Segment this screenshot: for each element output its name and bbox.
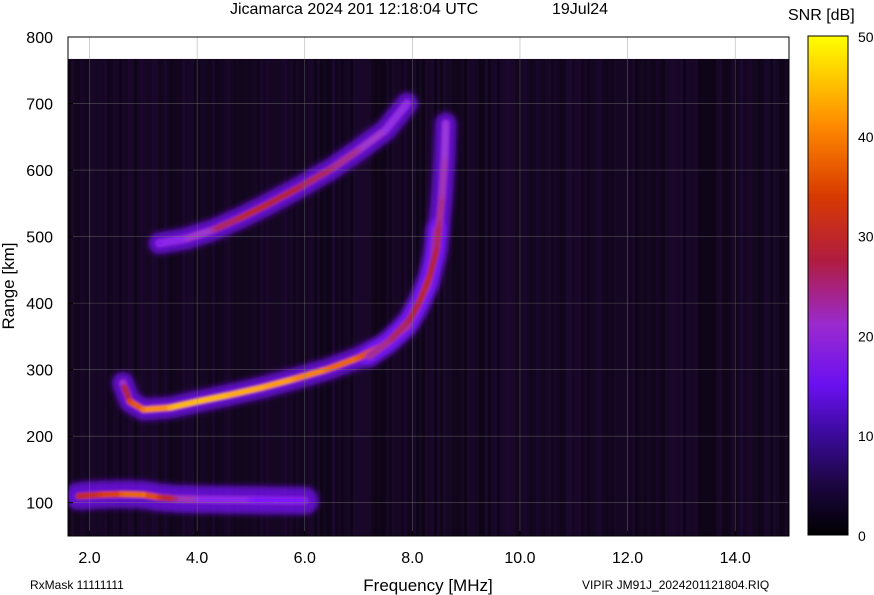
colorbar-ticks: 0 10 20 30 40 50: [858, 29, 874, 544]
colorbar: [807, 35, 849, 536]
trace-point-0-1: [97, 492, 103, 498]
trace-point-3-0: [156, 240, 162, 246]
y-tick-label-4: 500: [26, 230, 53, 247]
trace-segment-1-2: [140, 404, 174, 413]
colorbar-tick-label-5: 50: [858, 29, 874, 45]
trace-segment-0-2: [118, 491, 147, 498]
colorbar-tick-label-4: 40: [858, 129, 874, 145]
rx-mask-label: RxMask 11111111: [30, 578, 124, 592]
x-tick-label-0: 2.0: [78, 550, 100, 567]
trace-point-3-5: [296, 184, 302, 190]
trace-point-1-9: [356, 355, 362, 361]
y-tick-label-1: 200: [26, 429, 53, 446]
trace-point-2-9: [443, 120, 449, 126]
trace-point-2-8: [442, 154, 448, 160]
colorbar-tick-label-0: 0: [858, 528, 866, 544]
date-label: 19Jul24: [552, 1, 608, 18]
trace-point-3-3: [237, 215, 243, 221]
trace-point-0-0: [76, 493, 82, 499]
trace-segment-2-7: [438, 153, 448, 200]
trace-point-0-7: [248, 497, 254, 503]
colorbar-tick-label-1: 10: [858, 428, 874, 444]
trace-point-2-5: [434, 247, 440, 253]
y-axis-ticks: 100 200 300 400 500 600 700 800: [26, 30, 73, 513]
trace-point-3-4: [264, 202, 270, 208]
trace-point-0-5: [173, 496, 179, 502]
y-tick-label-7: 800: [26, 30, 53, 47]
trace-point-2-2: [407, 317, 413, 323]
ionogram-figure: Jicamarca 2024 201 12:18:04 UTC 19Jul24 …: [0, 1, 874, 595]
x-tick-label-3: 8.0: [401, 550, 423, 567]
trace-segment-0-5: [172, 495, 201, 503]
trace-point-3-7: [356, 147, 362, 153]
x-tick-label-2: 6.0: [294, 550, 316, 567]
colorbar-label: SNR [dB]: [788, 7, 855, 24]
trace-point-3-8: [382, 127, 388, 133]
trace-point-2-4: [427, 274, 433, 280]
trace-point-2-0: [366, 353, 372, 359]
x-axis-label: Frequency [MHz]: [363, 576, 492, 595]
trace-segment-2-6: [436, 193, 445, 227]
trace-point-0-4: [156, 494, 162, 500]
plot-area: [68, 37, 789, 536]
trace-point-1-5: [226, 392, 232, 398]
trace-point-0-3: [140, 492, 146, 498]
x-tick-label-6: 14.0: [720, 550, 751, 567]
trace-point-1-7: [291, 376, 297, 382]
y-axis-label: Range [km]: [0, 243, 18, 330]
x-tick-label-5: 12.0: [612, 550, 643, 567]
trace-segment-0-6: [194, 496, 254, 504]
x-tick-label-1: 4.0: [186, 550, 208, 567]
colorbar-tick-label-2: 20: [858, 328, 874, 344]
trace-point-1-6: [259, 385, 265, 391]
colorbar-tick-label-3: 30: [858, 229, 874, 245]
y-tick-label-5: 600: [26, 163, 53, 180]
trace-point-0-2: [119, 491, 125, 497]
trace-point-3-2: [210, 227, 216, 233]
y-tick-label-2: 300: [26, 363, 53, 380]
chart-title: Jicamarca 2024 201 12:18:04 UTC: [230, 1, 478, 18]
trace-point-2-6: [436, 220, 442, 226]
trace-point-2-3: [417, 297, 423, 303]
trace-point-2-7: [439, 194, 445, 200]
y-tick-label-0: 100: [26, 496, 53, 513]
trace-point-1-2: [140, 407, 146, 413]
y-tick-label-3: 400: [26, 296, 53, 313]
trace-point-3-6: [329, 166, 335, 172]
trace-segment-2-8: [441, 120, 449, 160]
trace-segment-0-7: [247, 497, 308, 504]
x-tick-label-4: 10.0: [504, 550, 535, 567]
y-tick-label-6: 700: [26, 97, 53, 114]
file-label: VIPIR JM91J_2024201121804.RIQ: [582, 578, 769, 592]
trace-point-1-0: [120, 380, 126, 386]
trace-point-1-1: [127, 399, 133, 405]
trace-point-2-1: [388, 337, 394, 343]
trace-point-1-3: [167, 405, 173, 411]
trace-segment-0-1: [97, 491, 125, 498]
